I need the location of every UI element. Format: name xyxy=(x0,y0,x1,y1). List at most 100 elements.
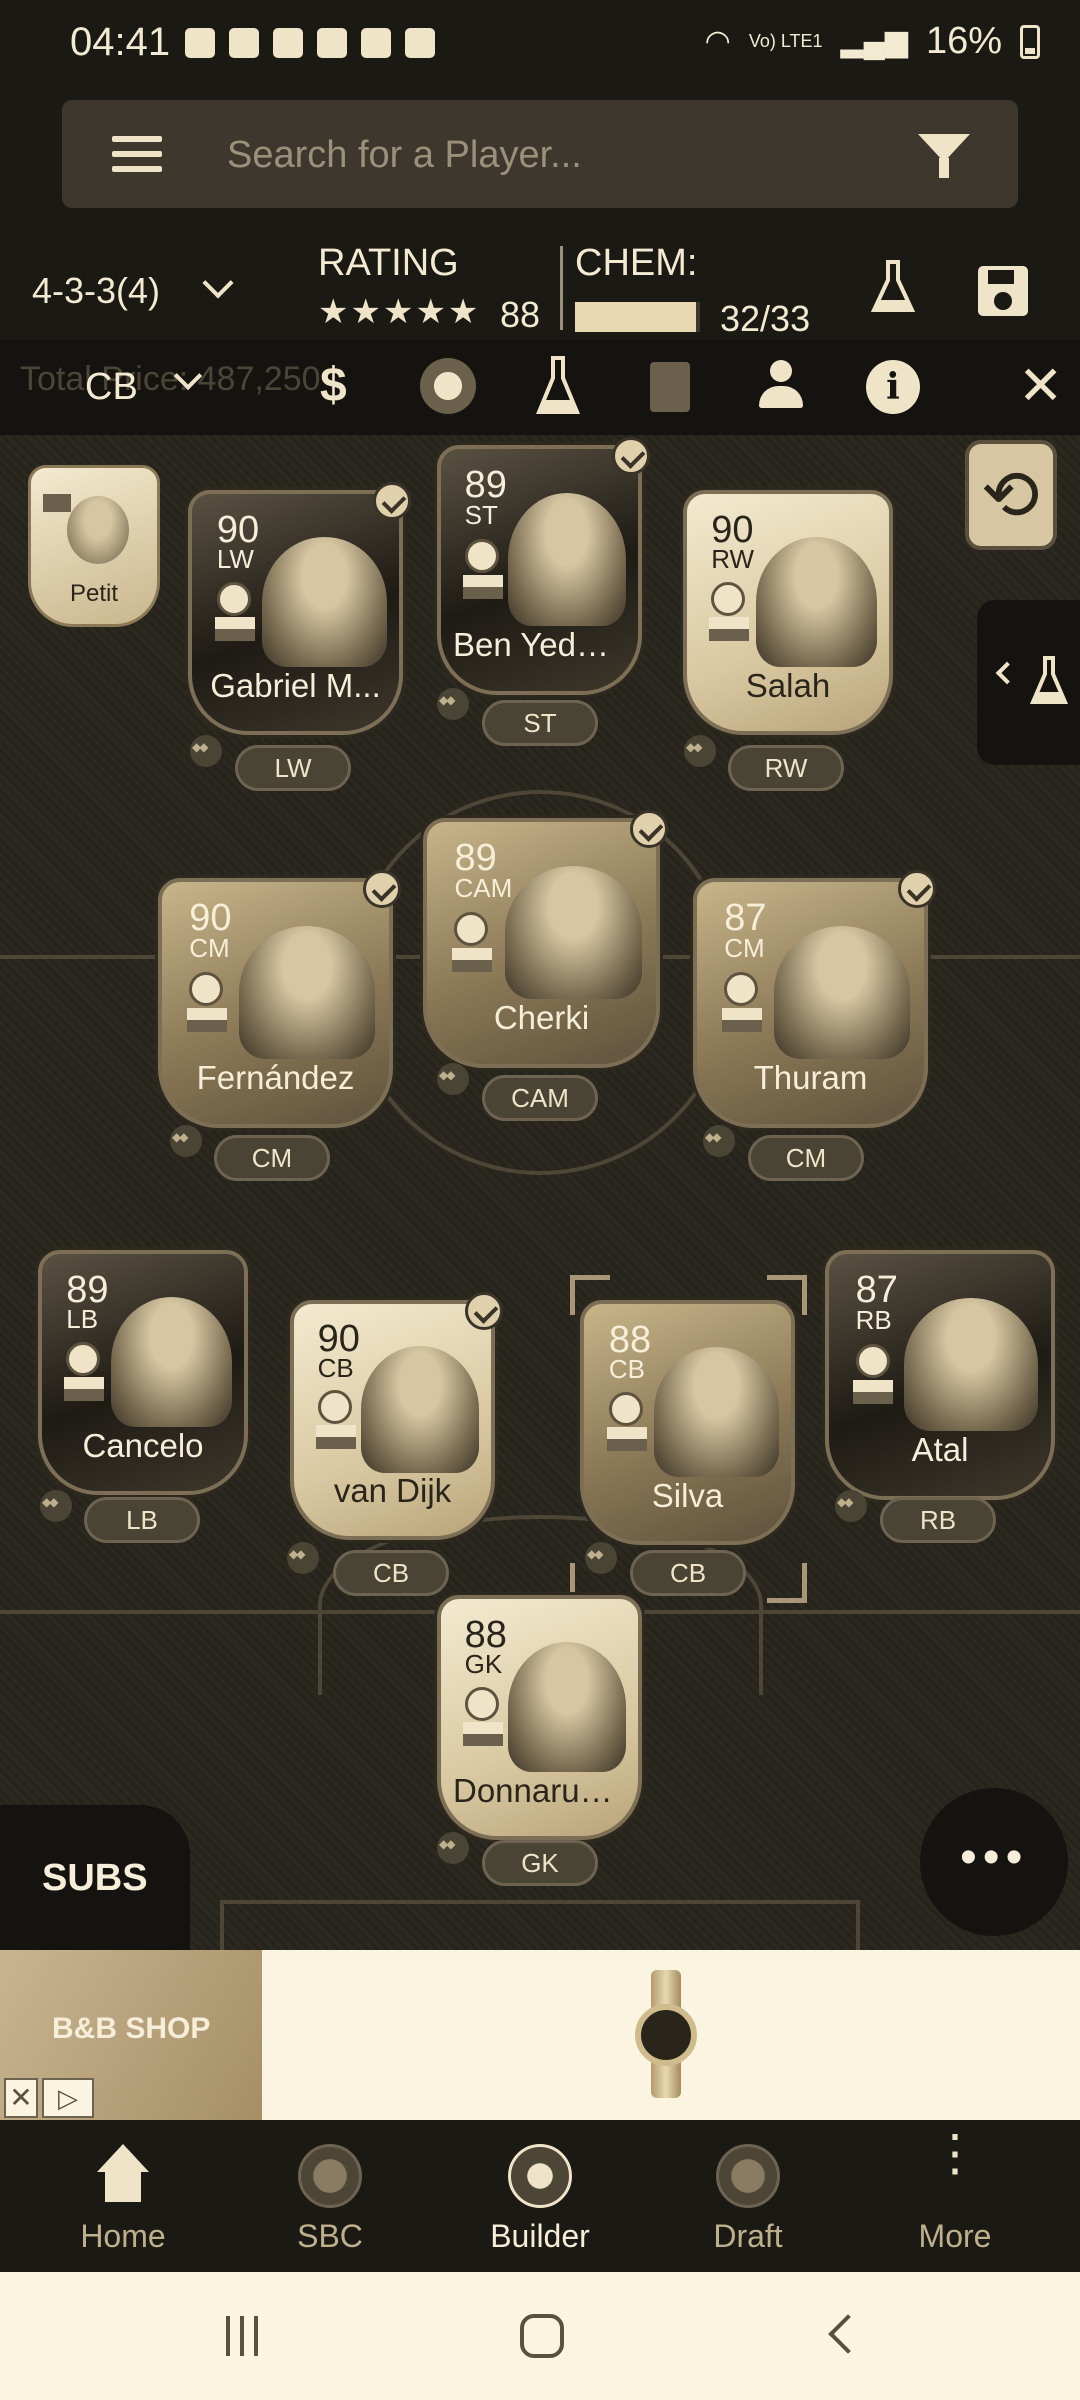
recent-apps-icon[interactable] xyxy=(222,2316,262,2356)
position-select[interactable]: CB xyxy=(85,366,138,409)
chemistry-icon xyxy=(684,735,716,767)
slot-position-pill[interactable]: CB xyxy=(333,1550,449,1596)
player-card[interactable]: 88GKDonnarumm... xyxy=(437,1595,642,1840)
player-name: Cherki xyxy=(493,999,590,1037)
nav-home[interactable]: Home xyxy=(18,2120,228,2272)
slot-position-pill[interactable]: ST xyxy=(482,700,598,746)
info-icon[interactable]: i xyxy=(866,360,920,414)
back-icon[interactable] xyxy=(828,2314,868,2354)
nation-flag-icon xyxy=(462,574,503,599)
penalty-box xyxy=(856,1900,860,1950)
penalty-box xyxy=(220,1900,224,1950)
watch-image[interactable] xyxy=(633,1970,699,2098)
slot-position-pill[interactable]: GK xyxy=(482,1840,598,1886)
player-photo xyxy=(904,1297,1038,1431)
slot-position-pill[interactable]: CAM xyxy=(482,1075,598,1121)
status-time: 04:41 xyxy=(70,20,171,64)
slot-position-pill[interactable]: LW xyxy=(235,745,351,791)
menu-icon[interactable] xyxy=(112,136,162,172)
search-input[interactable]: Search for a Player... xyxy=(227,134,582,177)
slot-position-pill[interactable]: CM xyxy=(748,1135,864,1181)
wifi-icon: ◠ xyxy=(704,25,731,58)
chemistry-icon xyxy=(190,735,222,767)
slot-position-pill[interactable]: LB xyxy=(84,1497,200,1543)
battery-icon xyxy=(1020,24,1040,59)
refresh-squad-button[interactable] xyxy=(965,440,1057,550)
nav-label: More xyxy=(918,2218,992,2254)
nav-draft[interactable]: Draft xyxy=(643,2120,853,2272)
manager-name: Petit xyxy=(69,580,119,607)
nav-sbc[interactable]: SBC xyxy=(225,2120,435,2272)
manager-card[interactable]: Petit xyxy=(28,465,160,627)
player-rating: 87 xyxy=(724,896,767,939)
card-background: 89 LB Cancelo xyxy=(38,1250,248,1495)
ad-info-icon[interactable]: ▷ xyxy=(42,2078,94,2118)
club-crest-icon xyxy=(189,971,224,1006)
player-position: RB xyxy=(855,1304,892,1335)
notification-icon xyxy=(185,28,215,58)
player-name: Fernández xyxy=(196,1059,355,1097)
player-name: Silva xyxy=(651,1476,724,1514)
player-card[interactable]: 90 RW Salah xyxy=(683,490,893,735)
slot-position-pill[interactable]: RW xyxy=(728,745,844,791)
chevron-down-icon[interactable] xyxy=(202,267,234,299)
player-rating: 89 xyxy=(454,836,497,879)
chem-label: CHEM: xyxy=(575,242,698,284)
ad-close-icon[interactable]: ✕ xyxy=(4,2078,38,2118)
player-card[interactable]: 89 ST Ben Yedde... xyxy=(437,437,650,695)
home-button-icon[interactable] xyxy=(520,2314,564,2358)
player-photo xyxy=(654,1346,779,1477)
warning-icon xyxy=(317,28,347,58)
formation-select[interactable]: 4-3-3(4) xyxy=(32,270,160,312)
nation-flag-icon xyxy=(64,1377,105,1402)
person-icon[interactable] xyxy=(756,360,806,412)
player-card[interactable]: 87 CM Thuram xyxy=(693,870,936,1128)
player-position: LB xyxy=(66,1303,99,1334)
player-card[interactable]: 90 LW Gabriel M... xyxy=(188,482,411,735)
nav-label: Draft xyxy=(713,2218,783,2254)
chemistry-lab-tab[interactable] xyxy=(977,600,1080,765)
close-icon[interactable]: ✕ xyxy=(1018,354,1063,417)
club-crest-icon xyxy=(711,581,746,616)
mail-icon xyxy=(229,28,259,58)
nav-more[interactable]: ⋮ More xyxy=(850,2120,1060,2272)
ad-banner[interactable]: B&B SHOP ✕ ▷ xyxy=(0,1950,1080,2120)
slot-position-pill[interactable]: CB xyxy=(630,1550,746,1596)
chemistry-icon xyxy=(437,688,469,720)
app-icon xyxy=(361,28,391,58)
flask-icon[interactable] xyxy=(870,260,916,316)
nav-builder[interactable]: Builder xyxy=(435,2120,645,2272)
player-card[interactable]: 89 LB Cancelo xyxy=(38,1250,248,1495)
card-background: 88GKDonnarumm... xyxy=(437,1595,642,1840)
player-card[interactable]: 90 CB van Dijk xyxy=(290,1292,503,1540)
filter-icon[interactable] xyxy=(918,134,970,178)
slot-position-pill[interactable]: CM xyxy=(214,1135,330,1181)
player-photo xyxy=(110,1296,232,1427)
checkmark-icon xyxy=(630,810,668,848)
player-card[interactable]: 87 RB Atal xyxy=(825,1250,1055,1500)
card-background: 89 ST Ben Yedde... xyxy=(437,445,642,695)
save-icon[interactable] xyxy=(978,266,1028,316)
dollar-icon[interactable]: $ xyxy=(320,358,347,413)
flask-icon[interactable] xyxy=(535,356,581,416)
trash-icon[interactable] xyxy=(650,362,690,412)
club-crest-icon xyxy=(724,971,759,1006)
player-photo xyxy=(774,925,911,1059)
draft-icon xyxy=(716,2144,780,2208)
chevron-left-icon xyxy=(995,661,1019,685)
club-badge-icon[interactable] xyxy=(420,358,476,414)
ad-brand-panel[interactable]: B&B SHOP xyxy=(0,1950,262,2120)
player-name: Thuram xyxy=(753,1059,868,1097)
slot-position-pill[interactable]: RB xyxy=(880,1497,996,1543)
more-actions-button[interactable]: ••• xyxy=(920,1788,1068,1936)
player-rating: 87 xyxy=(855,1268,898,1311)
player-card[interactable]: 90 CM Fernández xyxy=(158,870,401,1128)
card-background: 89 CAM Cherki xyxy=(423,818,660,1068)
player-search-bar[interactable]: Search for a Player... xyxy=(62,100,1018,208)
nation-flag-icon xyxy=(721,1007,762,1032)
bottom-nav: Home SBC Builder Draft ⋮ More xyxy=(0,2120,1080,2272)
subs-button[interactable]: SUBS xyxy=(0,1805,190,1955)
player-card[interactable]: 88 CB Silva xyxy=(580,1300,795,1545)
player-card[interactable]: 89 CAM Cherki xyxy=(423,810,668,1068)
player-photo xyxy=(239,925,376,1059)
